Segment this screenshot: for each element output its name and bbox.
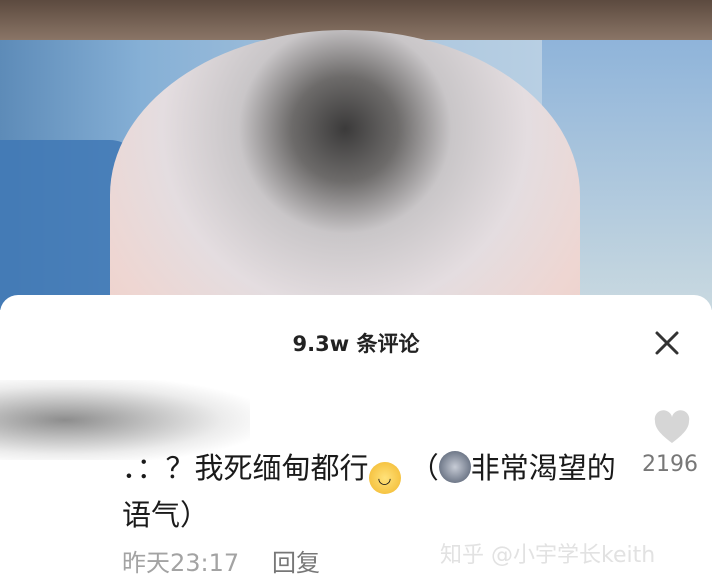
background-photo bbox=[0, 0, 712, 310]
comment-count-title: 9.3w 条评论 bbox=[292, 332, 420, 356]
wolf-emoji-icon bbox=[438, 451, 471, 483]
smile-emoji-icon: ◡ bbox=[368, 462, 401, 494]
watermark: 知乎 @小宇学长keith bbox=[440, 543, 656, 568]
comment-text: ．：？我死缅甸都行 ◡ （非常渴望的语气） bbox=[122, 447, 622, 537]
reply-button[interactable]: 回复 bbox=[272, 543, 320, 578]
photo-person bbox=[110, 30, 580, 310]
comment-time: 昨天23:17 bbox=[122, 549, 240, 577]
heart-icon[interactable] bbox=[654, 410, 690, 446]
like-count: 2196 bbox=[642, 452, 698, 477]
close-icon[interactable] bbox=[652, 328, 682, 358]
comment-text-part: ．：？我死缅甸都行 bbox=[122, 451, 369, 485]
comment-text-part: （ bbox=[409, 451, 439, 485]
